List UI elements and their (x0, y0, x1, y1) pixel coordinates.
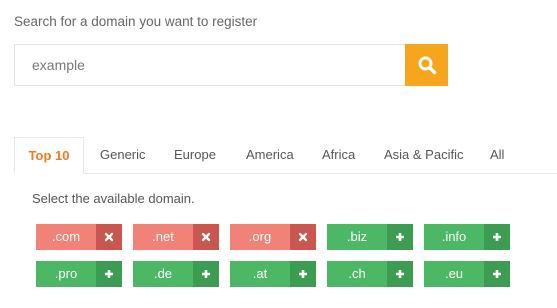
add-icon (96, 261, 122, 287)
search-button[interactable] (405, 44, 448, 86)
tab-africa[interactable]: Africa (322, 137, 355, 173)
add-icon (193, 261, 219, 287)
domain-chip-ch[interactable]: .ch (327, 261, 413, 287)
tab-asia-pacific[interactable]: Asia & Pacific (384, 137, 463, 173)
domain-chip-label: .ch (327, 261, 387, 287)
domain-chip-label: .biz (327, 224, 387, 250)
domain-chip-label: .at (230, 261, 290, 287)
remove-icon (193, 224, 219, 250)
domain-chip-info[interactable]: .info (424, 224, 510, 250)
domain-chip-de[interactable]: .de (133, 261, 219, 287)
tld-category-tabs: Top 10 Generic Europe America Africa Asi… (14, 137, 557, 174)
domain-chip-com[interactable]: .com (36, 224, 122, 250)
domain-chip-org[interactable]: .org (230, 224, 316, 250)
domain-chip-label: .com (36, 224, 96, 250)
tab-top-10[interactable]: Top 10 (14, 137, 84, 174)
domain-chip-pro[interactable]: .pro (36, 261, 122, 287)
domain-chip-net[interactable]: .net (133, 224, 219, 250)
remove-icon (290, 224, 316, 250)
add-icon (290, 261, 316, 287)
domain-search-input[interactable] (14, 44, 405, 86)
search-label: Search for a domain you want to register (14, 14, 258, 29)
tab-all[interactable]: All (490, 137, 504, 173)
remove-icon (96, 224, 122, 250)
domain-chip-biz[interactable]: .biz (327, 224, 413, 250)
tab-america[interactable]: America (246, 137, 294, 173)
domain-chip-label: .info (424, 224, 484, 250)
add-icon (484, 261, 510, 287)
domain-chip-label: .eu (424, 261, 484, 287)
add-icon (387, 224, 413, 250)
add-icon (484, 224, 510, 250)
domain-chip-label: .de (133, 261, 193, 287)
tab-generic[interactable]: Generic (100, 137, 146, 173)
tab-europe[interactable]: Europe (174, 137, 216, 173)
panel-instruction: Select the available domain. (32, 191, 195, 206)
domain-chip-label: .net (133, 224, 193, 250)
search-icon (417, 55, 437, 75)
domain-chip-at[interactable]: .at (230, 261, 316, 287)
domain-chip-eu[interactable]: .eu (424, 261, 510, 287)
add-icon (387, 261, 413, 287)
domain-chip-label: .org (230, 224, 290, 250)
domain-chip-label: .pro (36, 261, 96, 287)
